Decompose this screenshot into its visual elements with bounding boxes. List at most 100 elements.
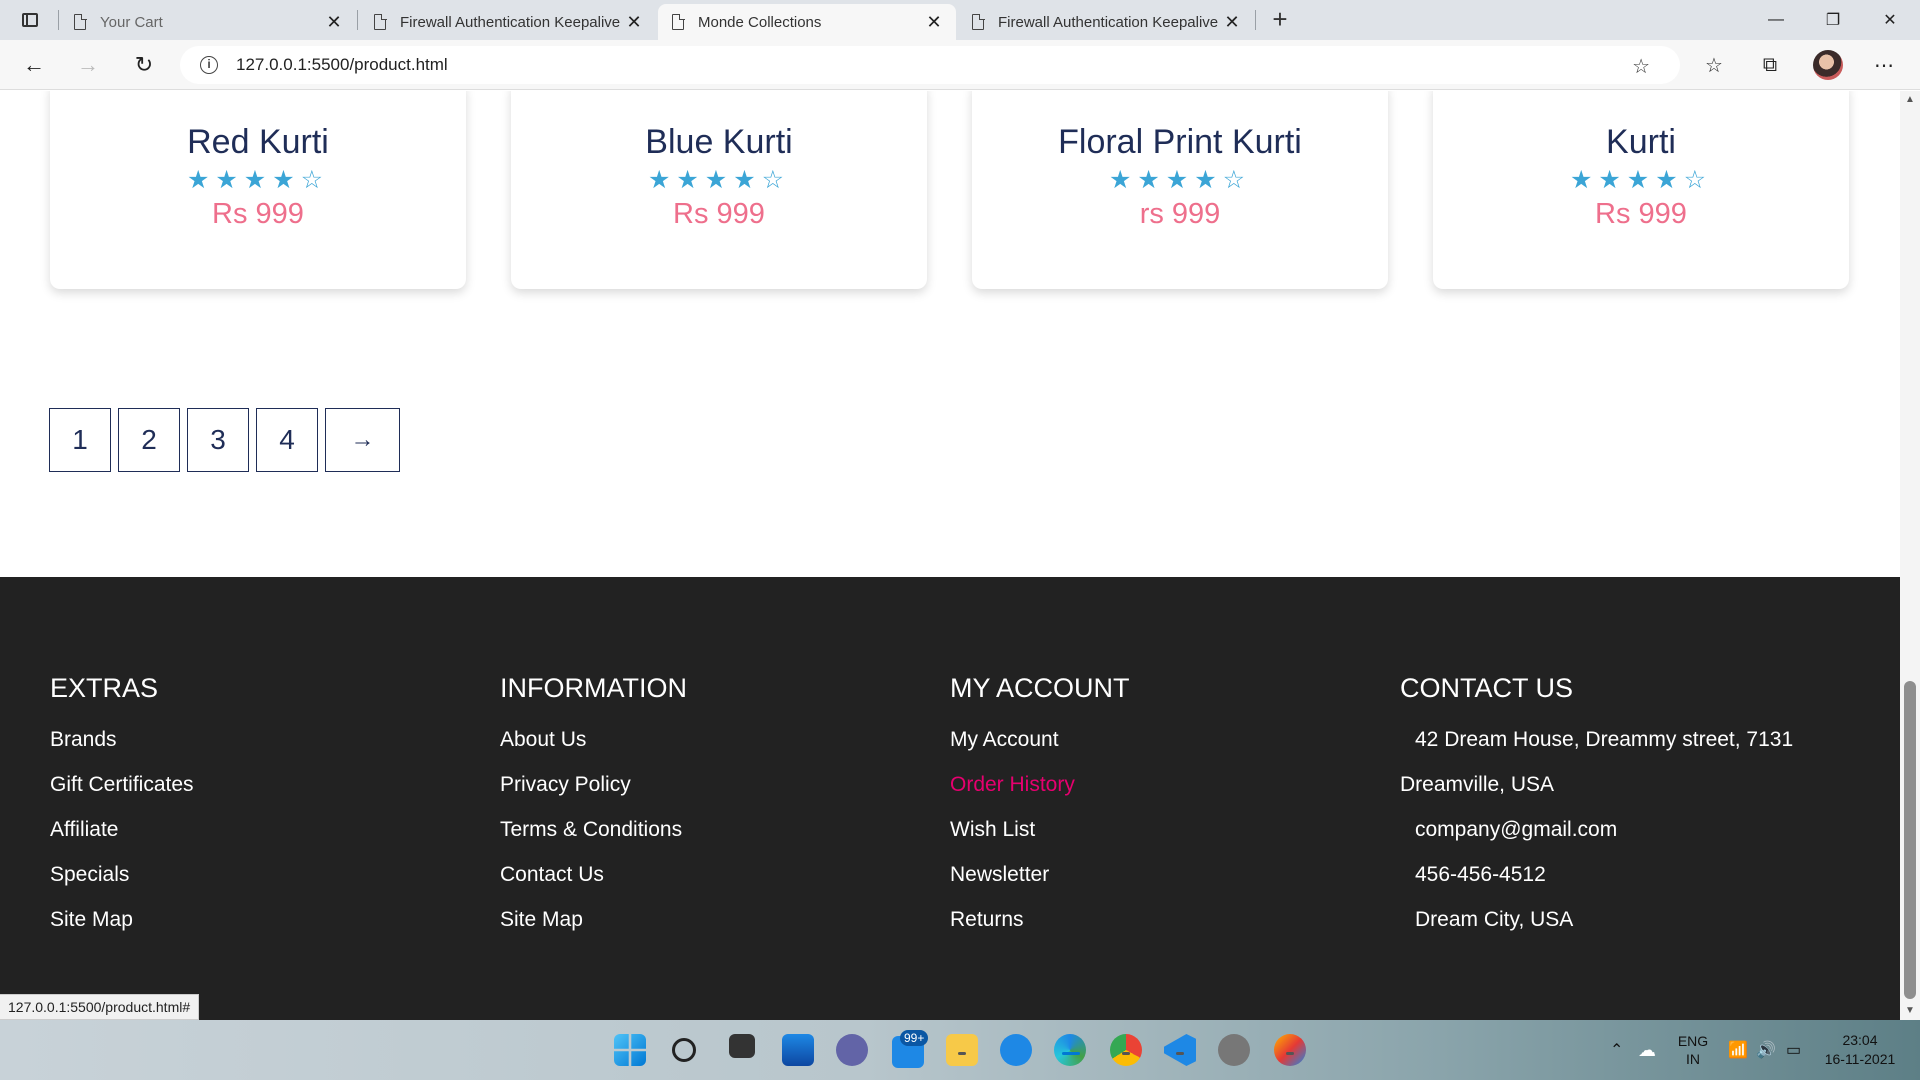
- url-text: 127.0.0.1:5500/product.html: [236, 55, 448, 74]
- file-explorer-icon[interactable]: [946, 1034, 978, 1066]
- footer-link-hovered[interactable]: Order History: [950, 773, 1130, 818]
- onedrive-cloud-icon[interactable]: ☁: [1638, 1020, 1656, 1080]
- product-price: rs 999: [1139, 198, 1221, 230]
- tab-firewall-2[interactable]: Firewall Authentication Keepalive ✕: [958, 4, 1254, 40]
- forward-button[interactable]: →: [70, 47, 106, 83]
- mail-badge: 99+: [900, 1030, 929, 1046]
- add-favorite-icon[interactable]: ☆: [1632, 54, 1650, 79]
- footer-link[interactable]: Gift Certificates: [50, 773, 194, 818]
- scroll-down-icon[interactable]: ▼: [1905, 1006, 1915, 1016]
- address-bar[interactable]: i 127.0.0.1:5500/product.html ☆: [180, 46, 1680, 84]
- rating-stars: ★★★★☆: [1108, 166, 1252, 194]
- product-card[interactable]: Kurti ★★★★☆ Rs 999: [1433, 91, 1849, 289]
- new-tab-button[interactable]: +: [1264, 4, 1296, 36]
- footer-link[interactable]: Brands: [50, 728, 194, 773]
- product-price: Rs 999: [212, 198, 304, 230]
- footer-link[interactable]: Returns: [950, 908, 1130, 953]
- settings-menu-button[interactable]: ⋯: [1866, 47, 1902, 83]
- page-1-button[interactable]: 1: [49, 408, 111, 472]
- product-card[interactable]: Floral Print Kurti ★★★★☆ rs 999: [972, 91, 1388, 289]
- tab-your-cart[interactable]: Your Cart ✕: [60, 4, 356, 40]
- settings-icon[interactable]: [1218, 1034, 1250, 1066]
- chrome-icon[interactable]: [1110, 1034, 1142, 1066]
- product-name[interactable]: Blue Kurti: [511, 123, 927, 162]
- close-window-button[interactable]: ✕: [1863, 0, 1917, 40]
- page-2-button[interactable]: 2: [118, 408, 180, 472]
- next-page-button[interactable]: →: [325, 408, 400, 472]
- collections-button[interactable]: ⧉: [1752, 47, 1788, 83]
- tab-separator: [1255, 10, 1256, 30]
- footer-column-my-account: MY ACCOUNT My Account Order History Wish…: [950, 673, 1130, 953]
- footer-link[interactable]: Terms & Conditions: [500, 818, 687, 863]
- tab-title: Your Cart: [100, 13, 163, 31]
- running-indicator: [1122, 1052, 1130, 1055]
- clock-date: 16-11-2021: [1824, 1051, 1896, 1067]
- more-icon: ⋯: [1874, 54, 1894, 77]
- link-status-bar: 127.0.0.1:5500/product.html#: [0, 994, 200, 1020]
- active-indicator: [1062, 1052, 1080, 1055]
- profile-avatar[interactable]: [1813, 50, 1843, 80]
- paint-icon[interactable]: [1274, 1034, 1306, 1066]
- refresh-button[interactable]: ↻: [126, 47, 162, 83]
- scrollbar-thumb[interactable]: [1904, 681, 1916, 999]
- footer-link[interactable]: Site Map: [50, 908, 194, 953]
- rating-stars: ★★★★☆: [186, 166, 330, 194]
- language-code: ENG: [1677, 1033, 1709, 1049]
- clock[interactable]: 23:04 16-11-2021: [1820, 1020, 1900, 1080]
- site-info-icon[interactable]: i: [200, 56, 218, 74]
- tab-separator: [58, 10, 59, 30]
- close-tab-icon[interactable]: ✕: [924, 12, 944, 33]
- browser-compass-icon[interactable]: [1000, 1034, 1032, 1066]
- footer-link[interactable]: Privacy Policy: [500, 773, 687, 818]
- language-indicator[interactable]: ENG IN: [1668, 1020, 1718, 1080]
- close-tab-icon[interactable]: ✕: [324, 12, 344, 33]
- tab-title: Monde Collections: [698, 13, 822, 31]
- product-card[interactable]: Blue Kurti ★★★★☆ Rs 999: [511, 91, 927, 289]
- page-icon: [374, 13, 387, 30]
- widgets-icon[interactable]: [782, 1034, 814, 1066]
- show-hidden-icons[interactable]: ⌃: [1610, 1020, 1623, 1080]
- footer-link[interactable]: Wish List: [950, 818, 1130, 863]
- back-button[interactable]: ←: [16, 47, 52, 83]
- product-name[interactable]: Red Kurti: [50, 123, 466, 162]
- footer-link[interactable]: Contact Us: [500, 863, 687, 908]
- tab-title: Firewall Authentication Keepalive: [400, 13, 621, 31]
- page-scrollbar[interactable]: ▲ ▼: [1900, 91, 1920, 1020]
- teams-chat-icon[interactable]: [836, 1034, 868, 1066]
- page-4-button[interactable]: 4: [256, 408, 318, 472]
- footer-link[interactable]: Affiliate: [50, 818, 194, 863]
- back-arrow-icon: ←: [23, 52, 45, 77]
- tab-firewall-1[interactable]: Firewall Authentication Keepalive ✕: [360, 4, 656, 40]
- product-price: Rs 999: [673, 198, 765, 230]
- restore-button[interactable]: ❐: [1806, 0, 1860, 40]
- product-name[interactable]: Floral Print Kurti: [972, 123, 1388, 162]
- battery-icon[interactable]: ▭: [1786, 1020, 1801, 1080]
- page-3-button[interactable]: 3: [187, 408, 249, 472]
- favorites-button[interactable]: ☆: [1696, 47, 1732, 83]
- clock-time: 23:04: [1842, 1032, 1878, 1048]
- tab-title: Firewall Authentication Keepalive: [998, 13, 1219, 31]
- footer-link[interactable]: Specials: [50, 863, 194, 908]
- edge-icon[interactable]: [1054, 1034, 1086, 1066]
- search-icon[interactable]: [672, 1038, 696, 1062]
- product-name[interactable]: Kurti: [1433, 123, 1849, 162]
- footer-link[interactable]: My Account: [950, 728, 1130, 773]
- page-icon: [74, 13, 87, 30]
- footer-link[interactable]: Site Map: [500, 908, 687, 953]
- volume-icon[interactable]: 🔊: [1756, 1020, 1776, 1080]
- page-icon: [972, 13, 985, 30]
- region-code: IN: [1686, 1051, 1700, 1067]
- product-card[interactable]: Red Kurti ★★★★☆ Rs 999: [50, 91, 466, 289]
- footer-link[interactable]: Newsletter: [950, 863, 1130, 908]
- footer-link[interactable]: About Us: [500, 728, 687, 773]
- scroll-up-icon[interactable]: ▲: [1905, 95, 1915, 105]
- task-view-icon[interactable]: [729, 1034, 755, 1058]
- close-tab-icon[interactable]: ✕: [624, 12, 644, 33]
- wifi-icon[interactable]: 📶: [1728, 1020, 1748, 1080]
- address-toolbar: ← → ↻ i 127.0.0.1:5500/product.html ☆ ☆ …: [0, 40, 1920, 90]
- tab-actions-button[interactable]: [14, 8, 46, 32]
- close-tab-icon[interactable]: ✕: [1222, 12, 1242, 33]
- favorites-icon: ☆: [1705, 54, 1723, 77]
- tab-monde-collections[interactable]: Monde Collections ✕: [658, 4, 956, 40]
- minimize-button[interactable]: —: [1749, 0, 1803, 40]
